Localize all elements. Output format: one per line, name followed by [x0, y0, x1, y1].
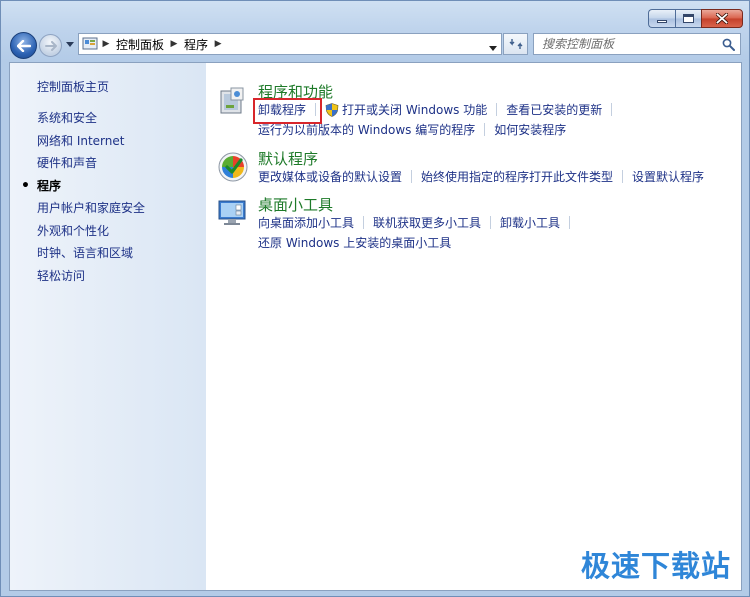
sidebar-item-appearance[interactable]: 外观和个性化: [37, 223, 145, 246]
uac-shield-icon: [325, 102, 339, 117]
link-divider: [363, 216, 365, 229]
refresh-button[interactable]: [503, 33, 528, 55]
breadcrumb-separator[interactable]: ▶: [166, 39, 182, 49]
close-icon: [716, 13, 728, 24]
maximize-icon: [683, 14, 694, 23]
installed-updates-link[interactable]: 查看已安装的更新: [506, 101, 602, 118]
link-divider: [411, 170, 413, 183]
link-divider: [569, 216, 571, 229]
breadcrumb-programs[interactable]: 程序: [182, 36, 210, 53]
default-programs-links-row-1: 更改媒体或设备的默认设置 始终使用指定的程序打开此文件类型 设置默认程序: [258, 168, 704, 185]
site-watermark: 极速下载站: [580, 549, 731, 583]
back-arrow-icon: [16, 39, 31, 52]
back-button[interactable]: [10, 32, 37, 59]
desktop-gadgets-links-row-1: 向桌面添加小工具 联机获取更多小工具 卸载小工具: [258, 214, 579, 231]
how-to-install-link[interactable]: 如何安装程序: [494, 121, 566, 138]
programs-features-icon[interactable]: [217, 85, 249, 117]
minimize-icon: [657, 20, 667, 23]
address-bar[interactable]: ▶ 控制面板 ▶ 程序 ▶: [78, 33, 502, 55]
sidebar-item-system-security[interactable]: 系统和安全: [37, 110, 145, 133]
link-divider: [611, 103, 613, 116]
link-divider: [490, 216, 492, 229]
sidebar-item-hardware-sound[interactable]: 硬件和声音: [37, 155, 145, 178]
default-programs-title[interactable]: 默认程序: [258, 148, 318, 169]
forward-arrow-icon: [44, 40, 57, 51]
forward-button[interactable]: [39, 34, 62, 57]
refresh-icon: [509, 39, 522, 49]
breadcrumb-control-panel[interactable]: 控制面板: [114, 36, 166, 53]
sidebar-item-network-internet[interactable]: 网络和 Internet: [37, 133, 145, 156]
breadcrumb-separator[interactable]: ▶: [210, 39, 226, 49]
search-icon[interactable]: [722, 38, 735, 51]
uninstall-gadget-link[interactable]: 卸载小工具: [500, 214, 560, 231]
search-input[interactable]: [542, 37, 722, 51]
link-divider: [484, 123, 486, 136]
close-button[interactable]: [701, 9, 743, 28]
restore-gadgets-link[interactable]: 还原 Windows 上安装的桌面小工具: [258, 234, 451, 251]
get-more-gadgets-link[interactable]: 联机获取更多小工具: [373, 214, 481, 231]
windows-features-link[interactable]: 打开或关闭 Windows 功能: [342, 101, 487, 118]
chevron-down-icon: [489, 46, 497, 51]
desktop-gadgets-links-row-2: 还原 Windows 上安装的桌面小工具: [258, 234, 451, 251]
desktop-gadgets-icon[interactable]: [217, 197, 249, 229]
minimize-button[interactable]: [648, 9, 675, 28]
chevron-down-icon: [66, 41, 74, 47]
uninstall-highlight-box: [253, 98, 322, 124]
recent-pages-dropdown[interactable]: [65, 39, 75, 49]
default-programs-icon[interactable]: [217, 151, 249, 183]
maximize-button[interactable]: [675, 9, 701, 28]
sidebar-list: 系统和安全 网络和 Internet 硬件和声音 程序 用户帐户和家庭安全 外观…: [21, 110, 145, 291]
link-divider: [622, 170, 624, 183]
search-box[interactable]: [533, 33, 741, 55]
address-history-dropdown[interactable]: [489, 40, 497, 54]
set-default-programs-link[interactable]: 设置默认程序: [632, 168, 704, 185]
sidebar-item-programs: 程序: [21, 178, 145, 201]
desktop-gadgets-title[interactable]: 桌面小工具: [258, 194, 333, 215]
link-divider: [496, 103, 498, 116]
media-device-defaults-link[interactable]: 更改媒体或设备的默认设置: [258, 168, 402, 185]
add-gadgets-link[interactable]: 向桌面添加小工具: [258, 214, 354, 231]
sidebar-home-link[interactable]: 控制面板主页: [37, 78, 109, 95]
control-panel-icon: [82, 37, 98, 50]
file-type-association-link[interactable]: 始终使用指定的程序打开此文件类型: [421, 168, 613, 185]
sidebar-item-ease-of-access[interactable]: 轻松访问: [37, 268, 145, 291]
sidebar-item-clock-language[interactable]: 时钟、语言和区域: [37, 245, 145, 268]
content-pane: 控制面板主页 系统和安全 网络和 Internet 硬件和声音 程序 用户帐户和…: [9, 62, 742, 591]
navigation-sidebar: 控制面板主页 系统和安全 网络和 Internet 硬件和声音 程序 用户帐户和…: [10, 63, 206, 590]
sidebar-item-user-accounts[interactable]: 用户帐户和家庭安全: [37, 200, 145, 223]
control-panel-window: ▶ 控制面板 ▶ 程序 ▶ 控制面板主页 系统和安全 网络和 Internet …: [0, 0, 750, 597]
breadcrumb-separator[interactable]: ▶: [98, 39, 114, 49]
caption-buttons: [648, 9, 743, 28]
